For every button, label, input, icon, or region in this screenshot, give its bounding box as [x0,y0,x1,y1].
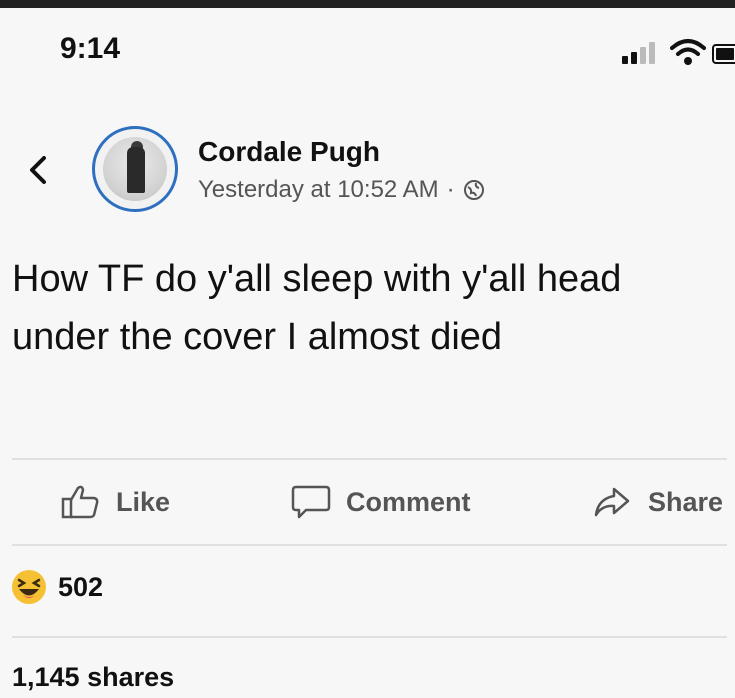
signal-icon [622,42,662,64]
post-timestamp[interactable]: Yesterday at 10:52 AM [198,176,439,204]
meta-separator: · [446,176,455,203]
author-name[interactable]: Cordale Pugh [198,136,380,168]
top-edge [0,0,735,8]
comment-label: Comment [346,486,471,517]
share-button[interactable]: Share [592,480,723,524]
divider [12,544,727,546]
battery-icon [712,44,735,64]
divider [12,458,727,460]
haha-emoji-icon [12,570,46,604]
reactions-summary[interactable]: 502 [10,568,103,606]
like-button[interactable]: Like [60,480,170,524]
thumbs-up-icon [61,485,99,519]
shares-count[interactable]: 1,145 shares [12,662,174,693]
share-label: Share [648,486,724,517]
post-meta: Yesterday at 10:52 AM · [198,176,485,204]
like-label: Like [116,486,171,517]
comment-button[interactable]: Comment [290,480,471,524]
status-time: 9:14 [60,32,121,65]
status-bar: 9:14 [0,8,735,78]
share-arrow-icon [594,487,630,517]
avatar[interactable] [92,126,178,212]
globe-icon [463,180,484,200]
wifi-icon [670,39,706,65]
comment-icon [291,485,331,519]
reaction-count: 502 [58,571,104,602]
avatar-photo [103,137,167,201]
back-arrow-icon[interactable] [24,152,52,188]
post-text: How TF do y'all sleep with y'all head un… [12,258,622,358]
divider [12,636,727,638]
